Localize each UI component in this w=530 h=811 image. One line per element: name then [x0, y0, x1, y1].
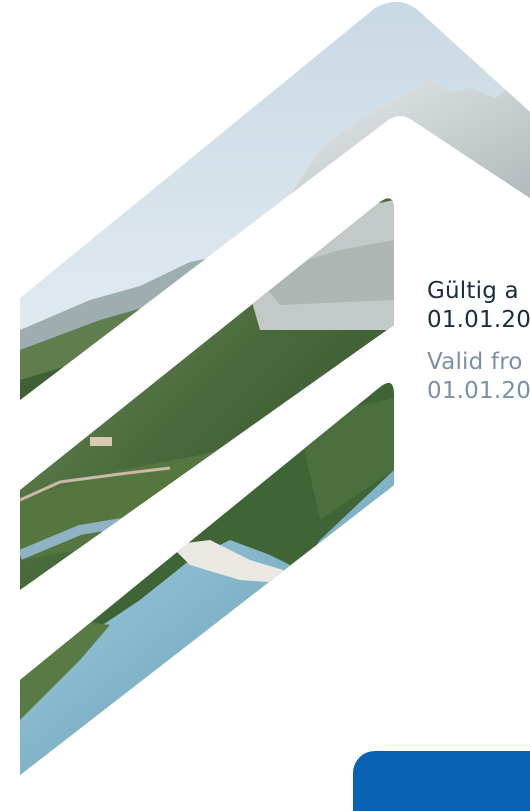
english-valid-label: Valid fro	[427, 349, 523, 375]
bottom-blue-tab	[353, 751, 530, 811]
house-shape	[90, 437, 112, 446]
validity-block: Gültig a 01.01.20 Valid fro 01.01.20	[427, 277, 530, 406]
german-valid-label: Gültig a	[427, 278, 519, 304]
english-valid-date: 01.01.20	[427, 378, 530, 404]
german-valid-date: 01.01.20	[427, 307, 530, 333]
